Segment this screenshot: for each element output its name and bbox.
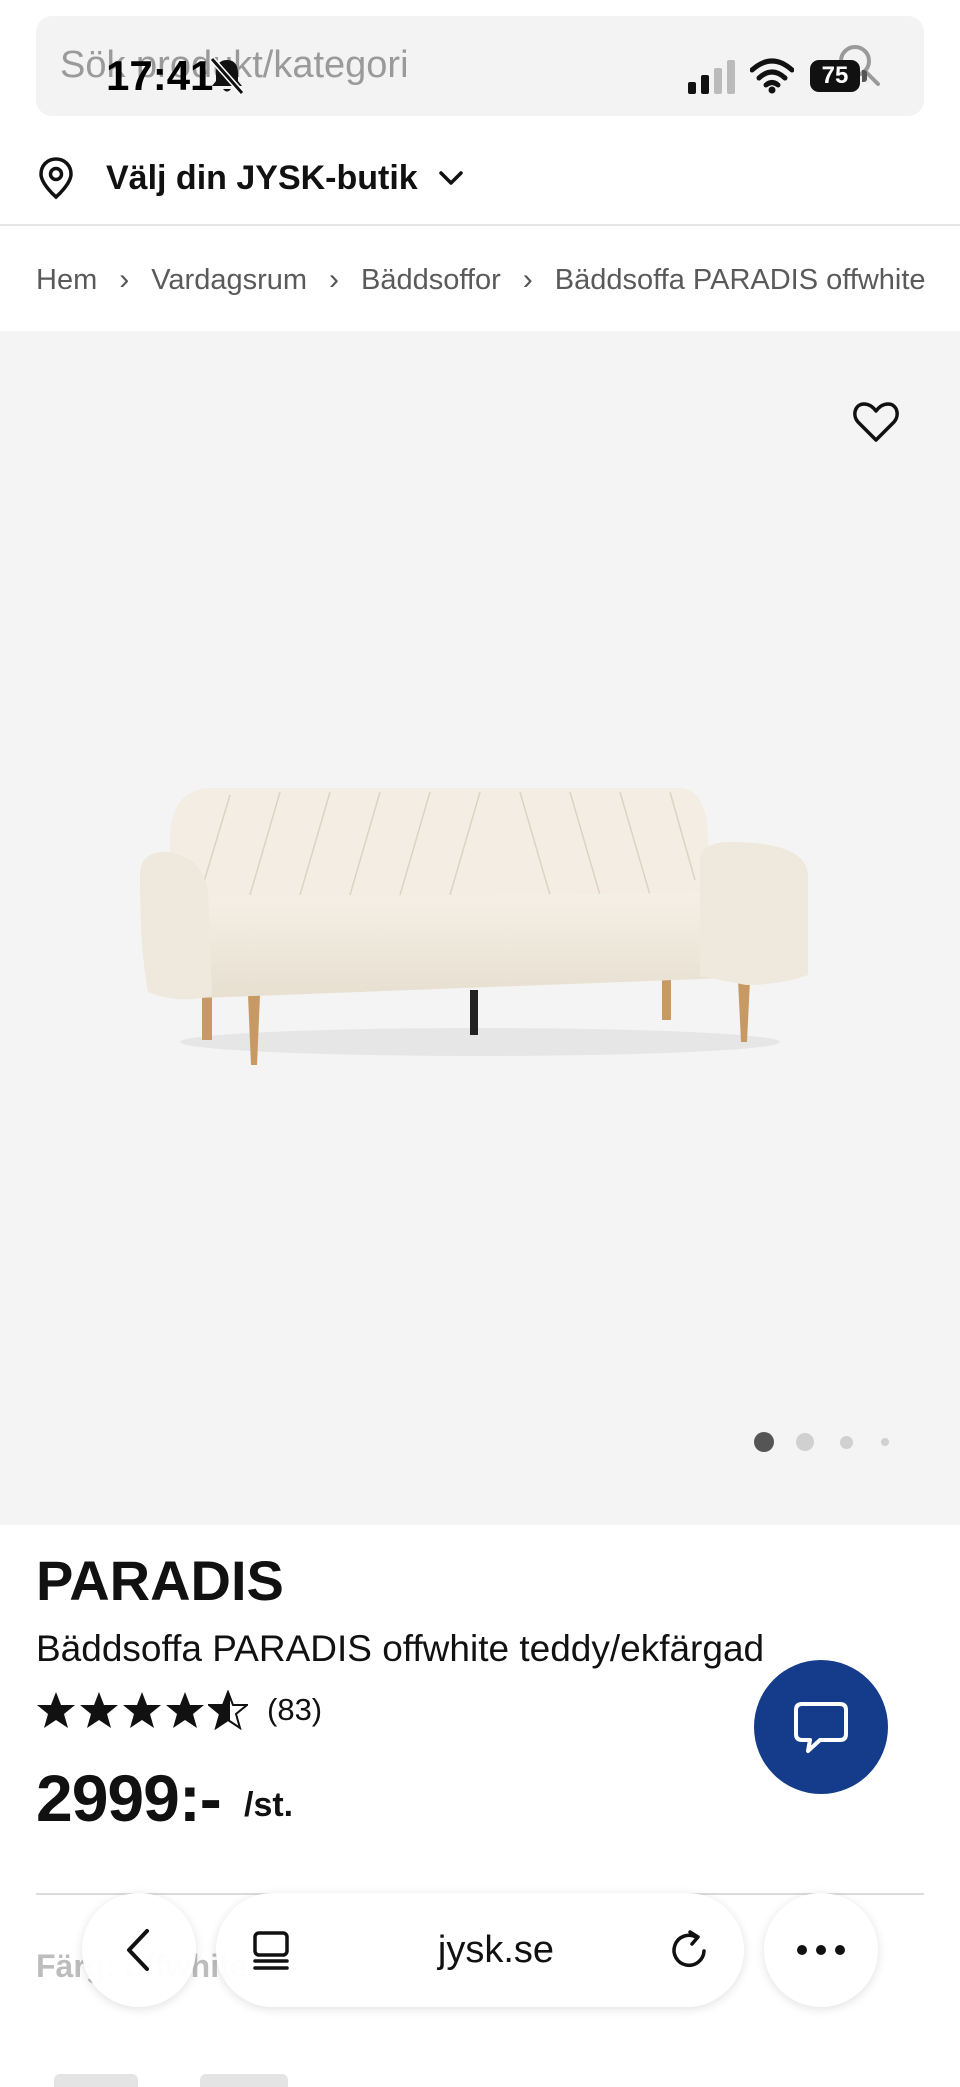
breadcrumb: Hem › Vardagsrum › Bäddsoffor › Bäddsoff… <box>36 260 926 300</box>
battery-tip <box>862 70 867 82</box>
star-icon <box>123 1692 161 1728</box>
gallery-dot-active[interactable] <box>754 1432 774 1452</box>
heart-icon[interactable] <box>852 400 900 444</box>
chat-icon <box>794 1702 848 1753</box>
review-count: (83) <box>267 1692 323 1727</box>
reload-icon[interactable] <box>668 1929 710 1971</box>
star-icon <box>80 1692 118 1728</box>
battery-indicator: 75 <box>810 60 860 92</box>
star-icon <box>166 1692 204 1728</box>
product-brand: PARADIS <box>36 1549 284 1612</box>
product-image <box>140 788 808 1065</box>
chevron-down-icon <box>438 171 463 185</box>
map-pin-icon <box>39 157 73 200</box>
breadcrumb-item-home[interactable]: Hem <box>36 264 97 297</box>
store-picker-label: Välj din JYSK-butik <box>106 158 418 197</box>
tabs-icon[interactable] <box>250 1929 292 1971</box>
bell-slash-icon <box>209 57 245 95</box>
browser-address-bar[interactable]: jysk.se <box>216 1893 744 2007</box>
wifi-icon <box>750 58 794 94</box>
breadcrumb-item-living-room[interactable]: Vardagsrum <box>151 264 307 297</box>
product-rating[interactable]: (83) <box>36 1690 322 1730</box>
browser-url: jysk.se <box>437 1928 555 1971</box>
gallery-pagination <box>754 1432 889 1452</box>
status-time: 17:41 <box>106 52 214 99</box>
breadcrumb-item-current: Bäddsoffa PARADIS offwhite teddy/ekfärga… <box>554 263 926 296</box>
header-divider <box>0 224 960 226</box>
price-unit: /st. <box>244 1786 294 1824</box>
color-swatch[interactable] <box>54 2074 138 2087</box>
color-swatch[interactable] <box>200 2074 288 2087</box>
breadcrumb-separator: › <box>522 263 533 296</box>
breadcrumb-item-sofa-beds[interactable]: Bäddsoffor <box>361 264 501 297</box>
product-price: 2999:- <box>36 1761 222 1835</box>
browser-back-button[interactable] <box>82 1893 196 2007</box>
gallery-dot[interactable] <box>840 1435 853 1449</box>
gallery-dot[interactable] <box>796 1433 814 1451</box>
star-icon <box>37 1692 75 1728</box>
star-half-icon <box>208 1690 248 1730</box>
gallery-dot[interactable] <box>881 1438 889 1446</box>
store-picker[interactable]: Välj din JYSK-butik <box>36 150 466 206</box>
chat-button[interactable] <box>754 1660 888 1794</box>
more-icon <box>797 1945 845 1955</box>
signal-icon <box>688 60 735 94</box>
browser-more-button[interactable] <box>764 1893 878 2007</box>
product-name: Bäddsoffa PARADIS offwhite teddy/ekfärga… <box>36 1628 765 1669</box>
breadcrumb-separator: › <box>329 263 340 296</box>
chevron-left-icon <box>127 1929 149 1971</box>
breadcrumb-separator: › <box>119 263 130 296</box>
